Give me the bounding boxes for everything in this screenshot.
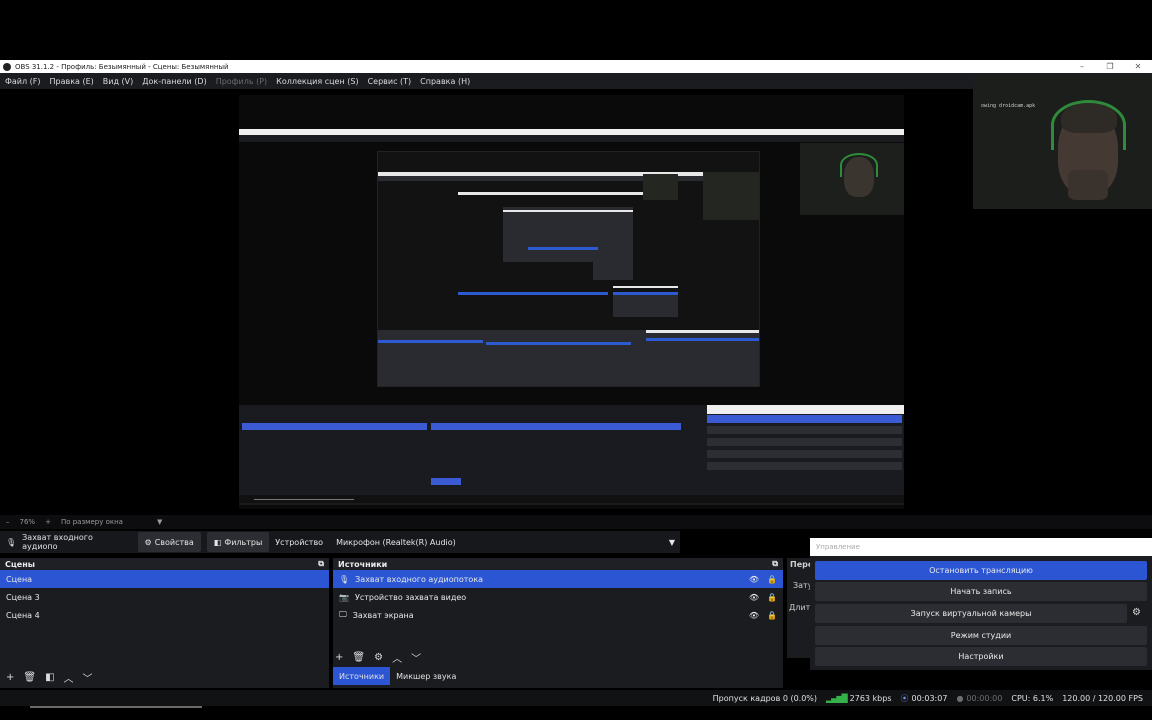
gear-icon[interactable]: ⚙ (374, 652, 383, 663)
broadcast-icon: ⦿ (900, 693, 909, 703)
device-label: Устройство (275, 537, 324, 547)
device-select[interactable]: Микрофон (Realtek(R) Audio) ▼ (331, 532, 680, 552)
move-up-icon[interactable]: ︿ (64, 670, 74, 685)
tab-audio-mixer[interactable]: Микшер звука (390, 667, 462, 685)
preview-zoom-bar: – 76% + По размеру окна ▼ (0, 515, 1152, 529)
source-item[interactable]: 🖵 Захват экрана 👁 🔒 (333, 606, 783, 624)
scenes-header: Сцены ⧉ (0, 558, 329, 570)
dock-undock-icon[interactable]: ⧉ (772, 559, 778, 569)
zoom-out-button[interactable]: – (6, 518, 10, 526)
dropped-frames: Пропуск кадров 0 (0.0%) (712, 693, 818, 703)
webcam-label: owing droidcam.apk (981, 103, 1036, 109)
bottom-strip (0, 706, 1152, 720)
window-title-bar: OBS 31.1.2 - Профиль: Безымянный - Сцены… (0, 60, 1152, 73)
source-item[interactable]: 📷 Устройство захвата видео 👁 🔒 (333, 588, 783, 606)
move-up-icon[interactable]: ︿ (392, 650, 402, 665)
fps-status: 120.00 / 120.00 FPS (1062, 693, 1143, 703)
lock-icon[interactable]: 🔒 (767, 593, 777, 602)
eye-icon[interactable]: 👁 (749, 575, 759, 584)
move-down-icon[interactable]: ﹀ (411, 650, 421, 665)
controls-title: Управление (810, 538, 1152, 556)
scene-item[interactable]: Сцена 4 (0, 606, 329, 624)
selected-source: 🎙 Захват входного аудиопо (6, 533, 93, 551)
nested-preview (377, 151, 760, 387)
scenes-footer: + 🗑 ◧ ︿ ﹀ (6, 670, 102, 685)
window-title: OBS 31.1.2 - Профиль: Безымянный - Сцены… (15, 62, 229, 71)
preview-canvas[interactable] (239, 95, 904, 509)
chevron-down-icon: ▼ (668, 537, 675, 547)
transitions-dock: Пере Зату Длите (787, 558, 815, 658)
webcam-overlay: owing droidcam.apk (973, 75, 1152, 209)
stop-streaming-button[interactable]: Остановить трансляцию (815, 561, 1147, 580)
add-icon[interactable]: + (335, 652, 343, 663)
minimize-button[interactable]: – (1068, 62, 1096, 71)
filters-button[interactable]: ◧ Фильтры (206, 532, 270, 552)
source-toolbar: 🎙 Захват входного аудиопо ⚙ Свойства ◧ Ф… (0, 531, 680, 553)
obs-logo-icon (3, 62, 11, 71)
zoom-fit-select[interactable]: По размеру окна (61, 518, 123, 526)
start-virtual-camera-button[interactable]: Запуск виртуальной камеры (815, 604, 1127, 623)
tab-sources[interactable]: Источники (333, 667, 391, 685)
scenes-dock: Сцены ⧉ Сцена Сцена 3 Сцена 4 + 🗑 ◧ ︿ ﹀ (0, 558, 329, 688)
cpu-usage: CPU: 6.1% (1011, 693, 1054, 703)
scrollbar-thumb[interactable] (30, 706, 202, 708)
move-down-icon[interactable]: ﹀ (83, 670, 93, 685)
scene-item[interactable]: Сцена (0, 570, 329, 588)
dock-tabs: Источники Микшер звука (333, 667, 462, 685)
controls-dock: Управление Остановить трансляцию Начать … (810, 538, 1152, 670)
status-bar: Пропуск кадров 0 (0.0%) ▂▄▆█ 2763 kbps ⦿… (0, 690, 1152, 706)
trash-icon[interactable]: 🗑 (23, 672, 36, 683)
menu-docks[interactable]: Док-панели (D) (142, 77, 206, 86)
source-item[interactable]: 🎙 Захват входного аудиопотока 👁 🔒 (333, 570, 783, 588)
record-icon: ● (956, 693, 964, 703)
nested-webcam (800, 143, 904, 215)
menu-scene-collection[interactable]: Коллекция сцен (S) (276, 77, 358, 86)
settings-button[interactable]: Настройки (815, 647, 1147, 666)
nested-menu-bar (239, 135, 904, 142)
gear-icon: ⚙ (144, 537, 152, 547)
zoom-level: 76% (19, 518, 36, 526)
lock-icon[interactable]: 🔒 (767, 575, 777, 584)
microphone-icon: 🎙 (339, 574, 350, 584)
menu-file[interactable]: Файл (F) (5, 77, 41, 86)
menu-edit[interactable]: Правка (E) (50, 77, 94, 86)
start-recording-button[interactable]: Начать запись (815, 582, 1147, 601)
add-icon[interactable]: + (6, 672, 14, 683)
signal-icon: ▂▄▆█ (826, 693, 848, 703)
sources-footer: + 🗑 ⚙ ︿ ﹀ (335, 650, 430, 665)
monitor-icon: 🖵 (339, 610, 347, 619)
lock-icon[interactable]: 🔒 (767, 611, 777, 620)
bitrate-status: ▂▄▆█ 2763 kbps (826, 693, 892, 703)
menu-view[interactable]: Вид (V) (103, 77, 133, 86)
recording-time: ● 00:00:00 (956, 693, 1003, 703)
camera-icon: 📷 (339, 592, 349, 602)
eye-icon[interactable]: 👁 (749, 593, 759, 602)
trash-icon[interactable]: 🗑 (352, 652, 365, 663)
filter-icon[interactable]: ◧ (45, 672, 54, 683)
virtual-camera-settings-icon[interactable]: ⚙ (1132, 607, 1141, 618)
filter-icon: ◧ (213, 537, 222, 547)
close-button[interactable]: ✕ (1124, 62, 1152, 71)
dock-undock-icon[interactable]: ⧉ (318, 559, 324, 569)
sources-header: Источники ⧉ (333, 558, 783, 570)
studio-mode-button[interactable]: Режим студии (815, 626, 1147, 645)
scene-item[interactable]: Сцена 3 (0, 588, 329, 606)
menu-profile[interactable]: Профиль (P) (216, 77, 267, 86)
chevron-down-icon[interactable]: ▼ (157, 518, 162, 526)
nested-docks (239, 405, 904, 505)
maximize-button[interactable]: ❐ (1096, 62, 1124, 71)
zoom-in-button[interactable]: + (45, 518, 51, 526)
stream-time: ⦿ 00:03:07 (900, 693, 948, 703)
menu-tools[interactable]: Сервис (T) (368, 77, 412, 86)
eye-icon[interactable]: 👁 (749, 611, 759, 620)
properties-button[interactable]: ⚙ Свойства (137, 532, 201, 552)
menu-help[interactable]: Справка (H) (420, 77, 470, 86)
microphone-icon: 🎙 (6, 537, 17, 547)
